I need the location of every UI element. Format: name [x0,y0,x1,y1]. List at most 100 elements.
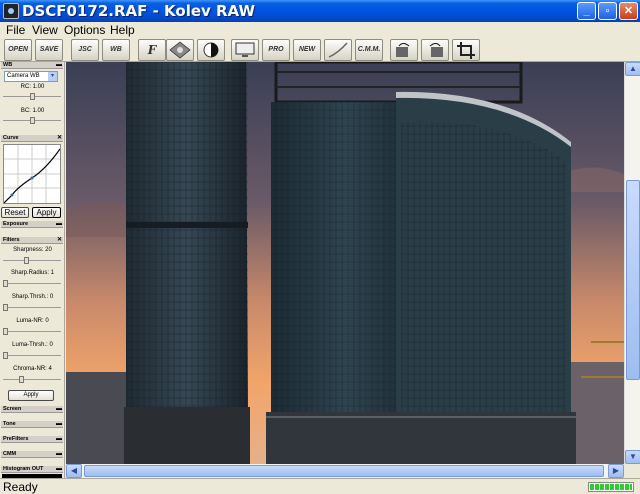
curve-icon [328,42,348,58]
curve-button[interactable] [324,39,352,61]
rc-thumb[interactable] [29,93,35,100]
wb-select[interactable]: Camera WB ▾ [4,71,58,82]
filters-button[interactable]: F [138,39,166,61]
minimize-button[interactable]: _ [577,2,596,20]
photo-preview [66,62,624,464]
filters-header[interactable]: Filters ✕ [1,237,63,244]
rc-label: RC: 1.00 [20,84,45,90]
horizontal-scrollbar[interactable]: ◀ ▶ [66,464,624,478]
rotate-left-icon [396,43,410,57]
sharp-radius-thumb[interactable] [3,280,8,287]
screen-button[interactable] [231,39,259,61]
screen-header[interactable]: Screen ▬ [1,406,63,413]
image-viewer[interactable] [66,62,624,464]
collapse-icon[interactable]: ▬ [56,421,62,428]
chroma-nr-slider[interactable] [3,376,61,383]
title-bar[interactable]: DSCF0172.RAF - Kolev RAW _ ▫ ✕ [0,0,640,22]
status-text: Ready [3,480,38,494]
toolbar: OPEN SAVE JSC WB F PRO NEW C.M.M. [0,38,640,62]
filters-apply-button[interactable]: Apply [8,390,54,401]
bc-label: BC: 1.00 [20,108,45,114]
screen-title: Screen [3,406,22,412]
scroll-left-button[interactable]: ◀ [66,464,82,478]
wb-header[interactable]: WB ▬ [1,62,63,69]
rotate-left-button[interactable] [390,39,418,61]
rotate-button[interactable] [166,39,194,61]
scroll-down-button[interactable]: ▼ [625,450,640,464]
white-balance-button[interactable]: WB [102,39,130,61]
luma-thrsh-thumb[interactable] [3,352,8,359]
menu-options[interactable]: Options [64,23,105,37]
collapse-icon[interactable]: ▬ [56,451,62,458]
collapse-icon[interactable]: ▬ [56,221,62,228]
scroll-right-button[interactable]: ▶ [608,464,624,478]
cmm-header[interactable]: CMM ▬ [1,451,63,458]
sharp-radius-label: Sharp.Radius: 1 [10,270,55,276]
open-icon: OPEN [8,46,28,53]
collapse-icon[interactable]: ▬ [56,466,62,473]
menu-help[interactable]: Help [110,23,135,37]
curve-editor[interactable] [3,144,61,204]
collapse-icon[interactable]: ✕ [57,237,62,244]
collapse-icon[interactable]: ✕ [57,135,62,142]
sharp-thrsh-slider[interactable] [3,304,61,311]
vertical-scrollbar[interactable]: ▲ ▼ [624,62,640,464]
filters-icon: F [147,43,157,57]
status-bar: Ready [0,478,640,494]
cmm-button[interactable]: C.M.M. [355,39,383,61]
luma-nr-slider[interactable] [3,328,61,335]
filters-title: Filters [3,237,20,243]
chevron-left-icon: ◀ [70,466,78,475]
curve-reset-button[interactable]: Reset [1,207,29,218]
profile-button[interactable]: PRO [262,39,290,61]
horizontal-scroll-thumb[interactable] [84,465,604,477]
sharp-thrsh-thumb[interactable] [3,304,8,311]
left-panel: WB ▬ Camera WB ▾ RC: 1.00 BC: 1.00 Curve ✕ … [0,62,65,478]
bc-slider[interactable] [3,117,61,124]
rotate-right-icon [429,43,443,57]
bc-thumb[interactable] [29,117,35,124]
chevron-up-icon: ▲ [629,64,637,73]
cmm-title: CMM [3,451,17,457]
chroma-nr-label: Chroma-NR: 4 [13,366,52,372]
cmm-icon: C.M.M. [357,46,381,53]
crop-icon [457,42,475,59]
curve-apply-button[interactable]: Apply [32,207,61,218]
chroma-nr-thumb[interactable] [18,376,24,383]
luma-thrsh-slider[interactable] [3,352,61,359]
save-button[interactable]: SAVE [35,39,63,61]
menu-view[interactable]: View [32,23,58,37]
open-button[interactable]: OPEN [4,39,32,61]
collapse-icon[interactable]: ▬ [56,406,62,413]
exposure-header[interactable]: Exposure ▬ [1,221,63,228]
jsc-icon: JSC [78,46,92,53]
tone-header[interactable]: Tone ▬ [1,421,63,428]
sharpness-thumb[interactable] [24,257,30,264]
histogram-header[interactable]: Histogram OUT ▬ [1,466,63,473]
new-button[interactable]: NEW [293,39,321,61]
profile-icon: PRO [268,46,284,53]
sharp-radius-slider[interactable] [3,280,61,287]
contrast-button[interactable] [197,39,225,61]
exposure-title: Exposure [3,221,29,227]
crop-button[interactable] [452,39,480,61]
rotate-right-button[interactable] [421,39,449,61]
close-button[interactable]: ✕ [619,2,638,20]
progress-bar [588,482,634,492]
vertical-scroll-thumb[interactable] [626,180,640,380]
tone-title: Tone [3,421,16,427]
menu-bar: File View Options Help [0,22,640,38]
sharpness-slider[interactable] [3,257,61,264]
rc-slider[interactable] [3,93,61,100]
collapse-icon[interactable]: ▬ [56,62,62,69]
curve-header[interactable]: Curve ✕ [1,135,63,142]
menu-file[interactable]: File [6,23,25,37]
prefilters-header[interactable]: PreFilters ▬ [1,436,63,443]
scroll-corner [624,464,640,478]
luma-nr-thumb[interactable] [3,328,8,335]
jsc-button[interactable]: JSC [71,39,99,61]
app-window: DSCF0172.RAF - Kolev RAW _ ▫ ✕ File View… [0,0,640,494]
scroll-up-button[interactable]: ▲ [625,62,640,76]
restore-button[interactable]: ▫ [598,2,617,20]
collapse-icon[interactable]: ▬ [56,436,62,443]
